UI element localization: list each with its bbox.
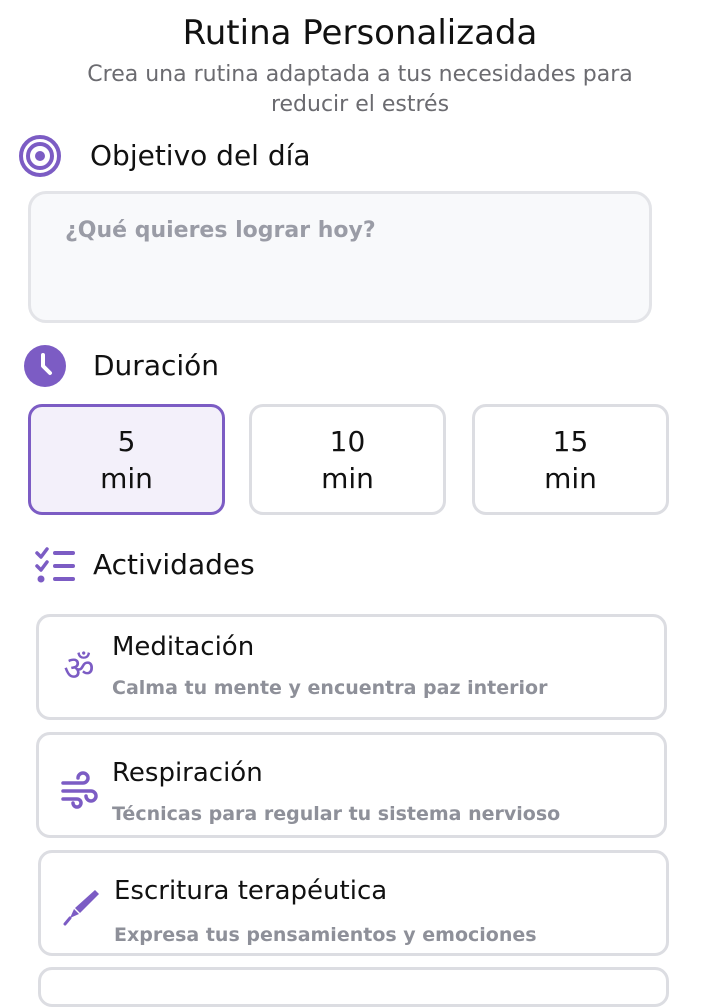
duration-option-15[interactable]: 15 min bbox=[472, 404, 669, 515]
activity-card-meditacion[interactable]: ॐ Meditación Calma tu mente y encuentra … bbox=[36, 614, 667, 720]
duration-unit: min bbox=[100, 461, 153, 495]
target-icon bbox=[18, 134, 62, 178]
duration-value: 10 bbox=[329, 424, 366, 458]
page-title: Rutina Personalizada bbox=[182, 13, 538, 53]
subtitle-line-1: Crea una rutina adaptada a tus necesidad… bbox=[87, 62, 633, 87]
activity-title: Respiración bbox=[112, 758, 263, 788]
duration-unit: min bbox=[321, 461, 374, 495]
duration-section-header: Duración bbox=[23, 344, 220, 388]
activity-title: Escritura terapéutica bbox=[114, 876, 388, 906]
duration-option-10[interactable]: 10 min bbox=[249, 404, 446, 515]
duration-option-5[interactable]: 5 min bbox=[28, 404, 225, 515]
checklist-icon bbox=[34, 543, 78, 587]
goal-section-header: Objetivo del día bbox=[18, 134, 311, 178]
activity-description: Calma tu mente y encuentra paz interior bbox=[112, 677, 548, 699]
pen-icon bbox=[59, 885, 103, 929]
activity-card-partial[interactable] bbox=[38, 967, 669, 1007]
clock-icon bbox=[23, 344, 67, 388]
goal-section-title: Objetivo del día bbox=[90, 139, 311, 172]
duration-value: 5 bbox=[117, 424, 136, 458]
activity-description: Expresa tus pensamientos y emociones bbox=[114, 924, 537, 946]
activity-card-respiracion[interactable]: Respiración Técnicas para regular tu sis… bbox=[36, 732, 667, 838]
page-subtitle: Crea una rutina adaptada a tus necesidad… bbox=[40, 60, 680, 120]
activities-section-header: Actividades bbox=[34, 545, 255, 585]
om-icon: ॐ bbox=[63, 649, 95, 689]
duration-section-title: Duración bbox=[93, 349, 220, 382]
wind-icon bbox=[57, 768, 101, 812]
activity-title: Meditación bbox=[112, 632, 255, 662]
subtitle-line-2: reducir el estrés bbox=[270, 92, 450, 117]
activity-card-escritura[interactable]: Escritura terapéutica Expresa tus pensam… bbox=[38, 850, 669, 956]
goal-input-container bbox=[28, 191, 652, 323]
duration-value: 15 bbox=[552, 424, 589, 458]
activity-description: Técnicas para regular tu sistema nervios… bbox=[112, 803, 561, 825]
activities-section-title: Actividades bbox=[93, 548, 255, 581]
duration-unit: min bbox=[544, 461, 597, 495]
goal-input[interactable] bbox=[31, 194, 649, 320]
